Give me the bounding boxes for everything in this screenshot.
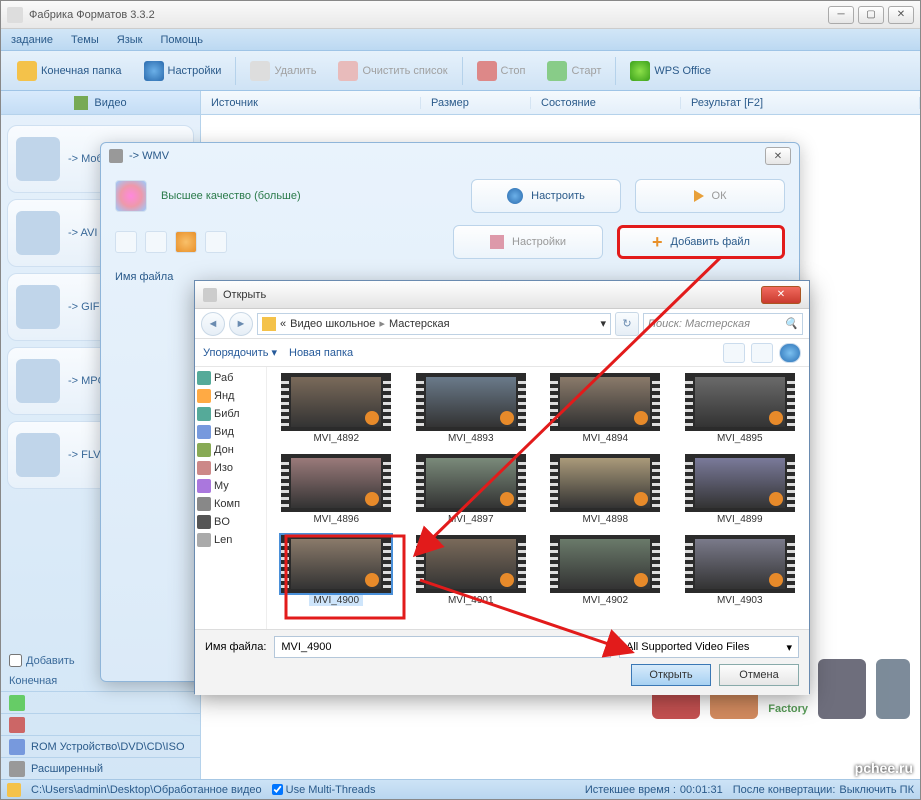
stripe-rom[interactable]: ROM Устройство\DVD\CD\ISO bbox=[1, 735, 200, 757]
multithread-checkbox[interactable] bbox=[272, 784, 283, 795]
open-dialog-icon bbox=[203, 288, 217, 302]
open-dialog-close-button[interactable]: ✕ bbox=[761, 286, 801, 304]
nav-back-button[interactable]: ◄ bbox=[201, 312, 225, 336]
col-source[interactable]: Источник bbox=[201, 97, 421, 109]
output-folder-button[interactable]: Конечная папка bbox=[9, 57, 130, 85]
wmv-settings-button[interactable]: Настройки bbox=[453, 225, 603, 259]
filename-col-label: Имя файла bbox=[115, 271, 173, 283]
wmv-close-button[interactable]: ✕ bbox=[765, 147, 791, 165]
menubar: задание Темы Язык Помощь bbox=[1, 29, 920, 51]
menu-themes[interactable]: Темы bbox=[71, 34, 99, 46]
close-button[interactable]: ✕ bbox=[888, 6, 914, 24]
folder-icon bbox=[7, 783, 21, 797]
file-item[interactable]: MVI_4899 bbox=[677, 454, 804, 525]
add-checkbox[interactable] bbox=[9, 654, 22, 667]
place-item[interactable]: Му bbox=[197, 479, 264, 493]
stripe-advanced[interactable]: Расширенный bbox=[1, 757, 200, 779]
tool-icon-4[interactable] bbox=[205, 231, 227, 253]
delete-button[interactable]: Удалить bbox=[242, 57, 324, 85]
file-item[interactable]: MVI_4892 bbox=[273, 373, 400, 444]
folder-icon bbox=[262, 317, 276, 331]
settings-button[interactable]: Настройки bbox=[136, 57, 230, 85]
output-path[interactable]: C:\Users\admin\Desktop\Обработанное виде… bbox=[31, 784, 262, 796]
stripe-image[interactable] bbox=[1, 713, 200, 735]
nav-forward-button[interactable]: ► bbox=[229, 312, 253, 336]
tool-icon-1[interactable] bbox=[115, 231, 137, 253]
tool-icon-3[interactable] bbox=[175, 231, 197, 253]
cancel-button[interactable]: Отмена bbox=[719, 664, 799, 686]
start-button[interactable]: Старт bbox=[539, 57, 609, 85]
menu-language[interactable]: Язык bbox=[117, 34, 143, 46]
place-item[interactable]: Раб bbox=[197, 371, 264, 385]
place-item[interactable]: Len bbox=[197, 533, 264, 547]
file-item[interactable]: MVI_4898 bbox=[542, 454, 669, 525]
file-item[interactable]: MVI_4896 bbox=[273, 454, 400, 525]
col-state[interactable]: Состояние bbox=[531, 97, 681, 109]
open-button[interactable]: Открыть bbox=[631, 664, 711, 686]
new-folder-button[interactable]: Новая папка bbox=[289, 347, 353, 359]
wmv-format-icon bbox=[115, 180, 147, 212]
refresh-button[interactable]: ↻ bbox=[615, 312, 639, 336]
col-size[interactable]: Размер bbox=[421, 97, 531, 109]
configure-button[interactable]: Настроить bbox=[471, 179, 621, 213]
organize-dropdown[interactable]: Упорядочить▾ bbox=[203, 346, 277, 359]
filter-combo[interactable]: All Supported Video Files▾ bbox=[619, 636, 799, 658]
app-icon bbox=[7, 7, 23, 23]
maximize-button[interactable]: ▢ bbox=[858, 6, 884, 24]
menu-task[interactable]: задание bbox=[11, 34, 53, 46]
list-columns: Источник Размер Состояние Результат [F2] bbox=[201, 91, 920, 115]
search-input[interactable]: Поиск: Мастерская 🔍 bbox=[643, 313, 803, 335]
app-title: Фабрика Форматов 3.3.2 bbox=[29, 9, 828, 21]
ok-button[interactable]: ОК bbox=[635, 179, 785, 213]
col-result[interactable]: Результат [F2] bbox=[681, 97, 920, 109]
sidebar-header[interactable]: Видео bbox=[1, 91, 200, 115]
toolbar: Конечная папка Настройки Удалить Очистит… bbox=[1, 51, 920, 91]
file-item[interactable]: MVI_4894 bbox=[542, 373, 669, 444]
view-details-button[interactable] bbox=[751, 343, 773, 363]
place-item[interactable]: Библ bbox=[197, 407, 264, 421]
breadcrumb[interactable]: « Видео школьное▸ Мастерская ▾ bbox=[257, 313, 611, 335]
wps-button[interactable]: WPS Office bbox=[622, 57, 719, 85]
file-item[interactable]: MVI_4895 bbox=[677, 373, 804, 444]
file-item[interactable]: MVI_4893 bbox=[408, 373, 535, 444]
places-panel: Раб Янд Библ Вид Дон Изо Му Комп BO Len bbox=[195, 367, 267, 629]
watermark: pchee.ru bbox=[855, 760, 913, 776]
search-icon: 🔍 bbox=[784, 317, 798, 330]
open-dialog: Открыть ✕ ◄ ► « Видео школьное▸ Мастерск… bbox=[194, 280, 810, 694]
place-item[interactable]: Изо bbox=[197, 461, 264, 475]
menu-help[interactable]: Помощь bbox=[160, 34, 203, 46]
stripe-audio[interactable] bbox=[1, 691, 200, 713]
status-bar: C:\Users\admin\Desktop\Обработанное виде… bbox=[1, 779, 920, 799]
filename-input[interactable] bbox=[274, 636, 611, 658]
minimize-button[interactable]: ─ bbox=[828, 6, 854, 24]
file-list[interactable]: MVI_4892MVI_4893MVI_4894MVI_4895 MVI_4896… bbox=[267, 367, 809, 629]
multithread-label: Use Multi-Threads bbox=[286, 784, 376, 796]
file-item[interactable]: MVI_4902 bbox=[542, 535, 669, 606]
add-checkbox-label: Добавить bbox=[26, 655, 75, 667]
file-item[interactable]: MVI_4903 bbox=[677, 535, 804, 606]
file-item[interactable]: MVI_4900 bbox=[273, 535, 400, 606]
wmv-title: -> WMV bbox=[129, 150, 765, 162]
file-item[interactable]: MVI_4901 bbox=[408, 535, 535, 606]
place-item[interactable]: BO bbox=[197, 515, 264, 529]
quality-label[interactable]: Высшее качество (больше) bbox=[161, 190, 457, 202]
open-dialog-title: Открыть bbox=[223, 289, 761, 301]
place-item[interactable]: Комп bbox=[197, 497, 264, 511]
tool-icon-2[interactable] bbox=[145, 231, 167, 253]
add-file-button[interactable]: +Добавить файл bbox=[617, 225, 785, 259]
place-item[interactable]: Янд bbox=[197, 389, 264, 403]
wmv-icon bbox=[109, 149, 123, 163]
titlebar: Фабрика Форматов 3.3.2 ─ ▢ ✕ bbox=[1, 1, 920, 29]
view-mode-button[interactable] bbox=[723, 343, 745, 363]
help-icon[interactable] bbox=[779, 343, 801, 363]
place-item[interactable]: Вид bbox=[197, 425, 264, 439]
place-item[interactable]: Дон bbox=[197, 443, 264, 457]
stop-button[interactable]: Стоп bbox=[469, 57, 534, 85]
file-item[interactable]: MVI_4897 bbox=[408, 454, 535, 525]
clear-button[interactable]: Очистить список bbox=[330, 57, 455, 85]
filename-label: Имя файла: bbox=[205, 641, 266, 653]
